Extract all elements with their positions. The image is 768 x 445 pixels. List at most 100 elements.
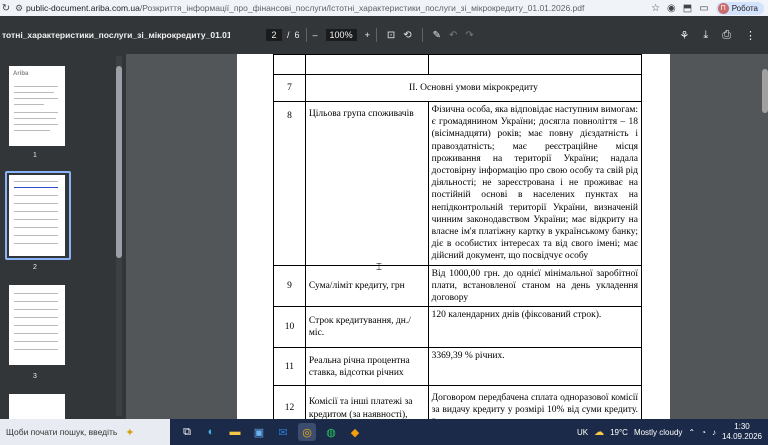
volume-icon[interactable]: ♪: [712, 428, 716, 437]
network-icon[interactable]: ◔: [701, 428, 706, 437]
site-info-icon[interactable]: ⚙: [12, 3, 26, 14]
row-value: 120 календарних днів (фіксований строк).: [427, 306, 643, 349]
table-row: [273, 54, 643, 75]
thumbnail-scroll-thumb[interactable]: [116, 66, 122, 258]
thumbnail-label-1: 1: [33, 152, 37, 159]
system-tray: UK ☁ 19°C Mostly cloudy ⌃ ◔ ♪ 1:30 14.09…: [577, 422, 768, 442]
task-view-icon[interactable]: ⧉: [178, 423, 196, 441]
profile-name: Робота: [731, 3, 758, 13]
pdf-toolbar: тотні_характеристики_послуги_зі_мікрокре…: [0, 16, 768, 54]
clock[interactable]: 1:30 14.09.2026: [722, 422, 762, 442]
chat-app-icon[interactable]: ◍: [322, 423, 340, 441]
browser-address-bar: ↻ ⚙ public-document.ariba.com.ua/Розкрит…: [0, 0, 768, 16]
thumbnail-sidebar: Ariba 1 2 3: [0, 54, 126, 419]
pdf-file-name: тотні_характеристики_послуги_зі_мікрокре…: [2, 30, 230, 40]
more-options-icon[interactable]: ⋮: [745, 29, 756, 42]
profile-button[interactable]: П Робота: [715, 1, 764, 15]
table-cell: [304, 54, 429, 75]
ai-assist-icon[interactable]: ⚘: [679, 29, 689, 42]
table-row: 7 ІІ. Основні умови мікрокредиту: [273, 74, 643, 102]
row-label: Цільова група споживачів: [304, 101, 429, 266]
thumbnail-label-3: 3: [33, 373, 37, 380]
toolbar-divider: [375, 28, 377, 42]
search-placeholder: Щоби почати пошук, введіть: [6, 427, 118, 437]
zoom-out-button[interactable]: –: [313, 30, 318, 40]
row-label: Комісії та інші платежі за кредитом (за …: [304, 385, 429, 419]
weather-text[interactable]: Mostly cloudy: [634, 428, 682, 437]
copilot-sparkle-icon: ✦: [125, 426, 135, 439]
table-cell: [427, 54, 643, 75]
table-row: 11 Реальна річна процентна ставка, відсо…: [273, 347, 643, 387]
row-label: Реальна річна процентна ставка, відсотки…: [304, 347, 429, 387]
toolbar-divider: [305, 28, 307, 42]
file-explorer-icon[interactable]: ▬: [226, 423, 244, 441]
fit-page-icon[interactable]: ⊡: [387, 30, 395, 41]
mouse-cursor-icon: ⌶: [376, 262, 382, 273]
row-number: 8: [273, 101, 306, 266]
url-field[interactable]: public-document.ariba.com.ua/Розкриття_і…: [26, 3, 651, 13]
row-label: Строк кредитування, дн./міс.: [304, 306, 429, 349]
row-number: 7: [273, 74, 306, 102]
reload-icon[interactable]: ↻: [0, 3, 12, 14]
row-value: Фізична особа, яка відповідає наступним …: [427, 101, 643, 266]
row-value: 3369,39 % річних.: [427, 347, 643, 387]
page-scrollbar[interactable]: [762, 54, 768, 419]
zoom-in-button[interactable]: +: [365, 30, 370, 40]
language-indicator[interactable]: UK: [577, 428, 588, 437]
page-scroll-thumb[interactable]: [762, 69, 768, 113]
table-cell: [273, 54, 306, 75]
annotate-icon[interactable]: ✎: [433, 30, 441, 41]
weather-icon: ☁: [594, 426, 605, 438]
zoom-controls: – 100% +: [313, 29, 370, 41]
table-row: 10 Строк кредитування, дн./міс. 120 кале…: [273, 306, 643, 349]
row-number: 12: [273, 385, 306, 419]
pdf-page: 7 ІІ. Основні умови мікрокредиту 8 Цільо…: [237, 54, 670, 419]
credit-terms-table: 7 ІІ. Основні умови мікрокредиту 8 Цільо…: [273, 54, 643, 419]
thumbnail-scrollbar[interactable]: [116, 56, 122, 416]
sidepanel-icon[interactable]: ▭: [699, 3, 708, 14]
table-row: 12 Комісії та інші платежі за кредитом (…: [273, 385, 643, 419]
current-page-input[interactable]: 2: [266, 29, 282, 41]
puzzle-icon[interactable]: ⬒: [683, 3, 692, 14]
taskbar-search[interactable]: Щоби почати пошук, введіть ✦: [0, 419, 170, 445]
thumbnail-label-2: 2: [33, 264, 37, 271]
download-icon[interactable]: ⤓: [703, 29, 708, 42]
print-icon[interactable]: ⎙: [722, 29, 731, 42]
edge-icon[interactable]: ◐: [202, 423, 220, 441]
clock-time: 1:30: [734, 422, 750, 431]
weather-temp[interactable]: 19°C: [610, 428, 628, 437]
rotate-icon[interactable]: ⟲: [403, 30, 411, 41]
row-number: 9: [273, 264, 306, 308]
page-content: 7 ІІ. Основні умови мікрокредиту 8 Цільо…: [237, 54, 670, 419]
page-separator: /: [287, 30, 290, 40]
page-thumbnail-4[interactable]: [9, 394, 65, 419]
row-label: Сума/ліміт кредиту, грн: [304, 264, 429, 308]
row-value: Від 1000,00 грн. до однієї мінімальної з…: [427, 264, 643, 308]
extension-icon[interactable]: ◉: [667, 3, 676, 14]
page-thumbnail-1[interactable]: Ariba: [9, 66, 65, 146]
redo-icon[interactable]: ↷: [465, 30, 473, 41]
toolbar-divider: [421, 28, 423, 42]
row-value: Договором передбачена сплата одноразової…: [427, 385, 643, 419]
store-icon[interactable]: ▣: [250, 423, 268, 441]
url-path: /Розкриття_інформації_про_фінансові_посл…: [139, 3, 585, 13]
undo-icon[interactable]: ↶: [449, 30, 457, 41]
taskbar: Щоби почати пошук, введіть ✦ ⧉ ◐ ▬ ▣ ✉ ◎…: [0, 419, 768, 445]
thumb-logo: Ariba: [13, 71, 29, 77]
bookmark-star-icon[interactable]: ☆: [651, 3, 660, 14]
outlook-icon[interactable]: ✉: [274, 423, 292, 441]
url-host: public-document.ariba.com.ua: [26, 3, 140, 13]
page-selector: 2 / 6: [266, 29, 300, 41]
app-icon[interactable]: ◆: [346, 423, 364, 441]
page-thumbnail-3[interactable]: [9, 285, 65, 365]
avatar: П: [717, 2, 729, 14]
section-heading: ІІ. Основні умови мікрокредиту: [304, 74, 643, 102]
zoom-level-input[interactable]: 100%: [325, 29, 357, 41]
clock-date: 14.09.2026: [721, 432, 762, 441]
table-row: 9 Сума/ліміт кредиту, грн Від 1000,00 гр…: [273, 264, 643, 308]
table-row: 8 Цільова група споживачів Фізична особа…: [273, 101, 643, 266]
chrome-icon[interactable]: ◎: [298, 423, 316, 441]
tray-chevron-icon[interactable]: ⌃: [688, 428, 695, 437]
total-pages: 6: [294, 30, 300, 40]
page-thumbnail-2[interactable]: [9, 175, 65, 256]
